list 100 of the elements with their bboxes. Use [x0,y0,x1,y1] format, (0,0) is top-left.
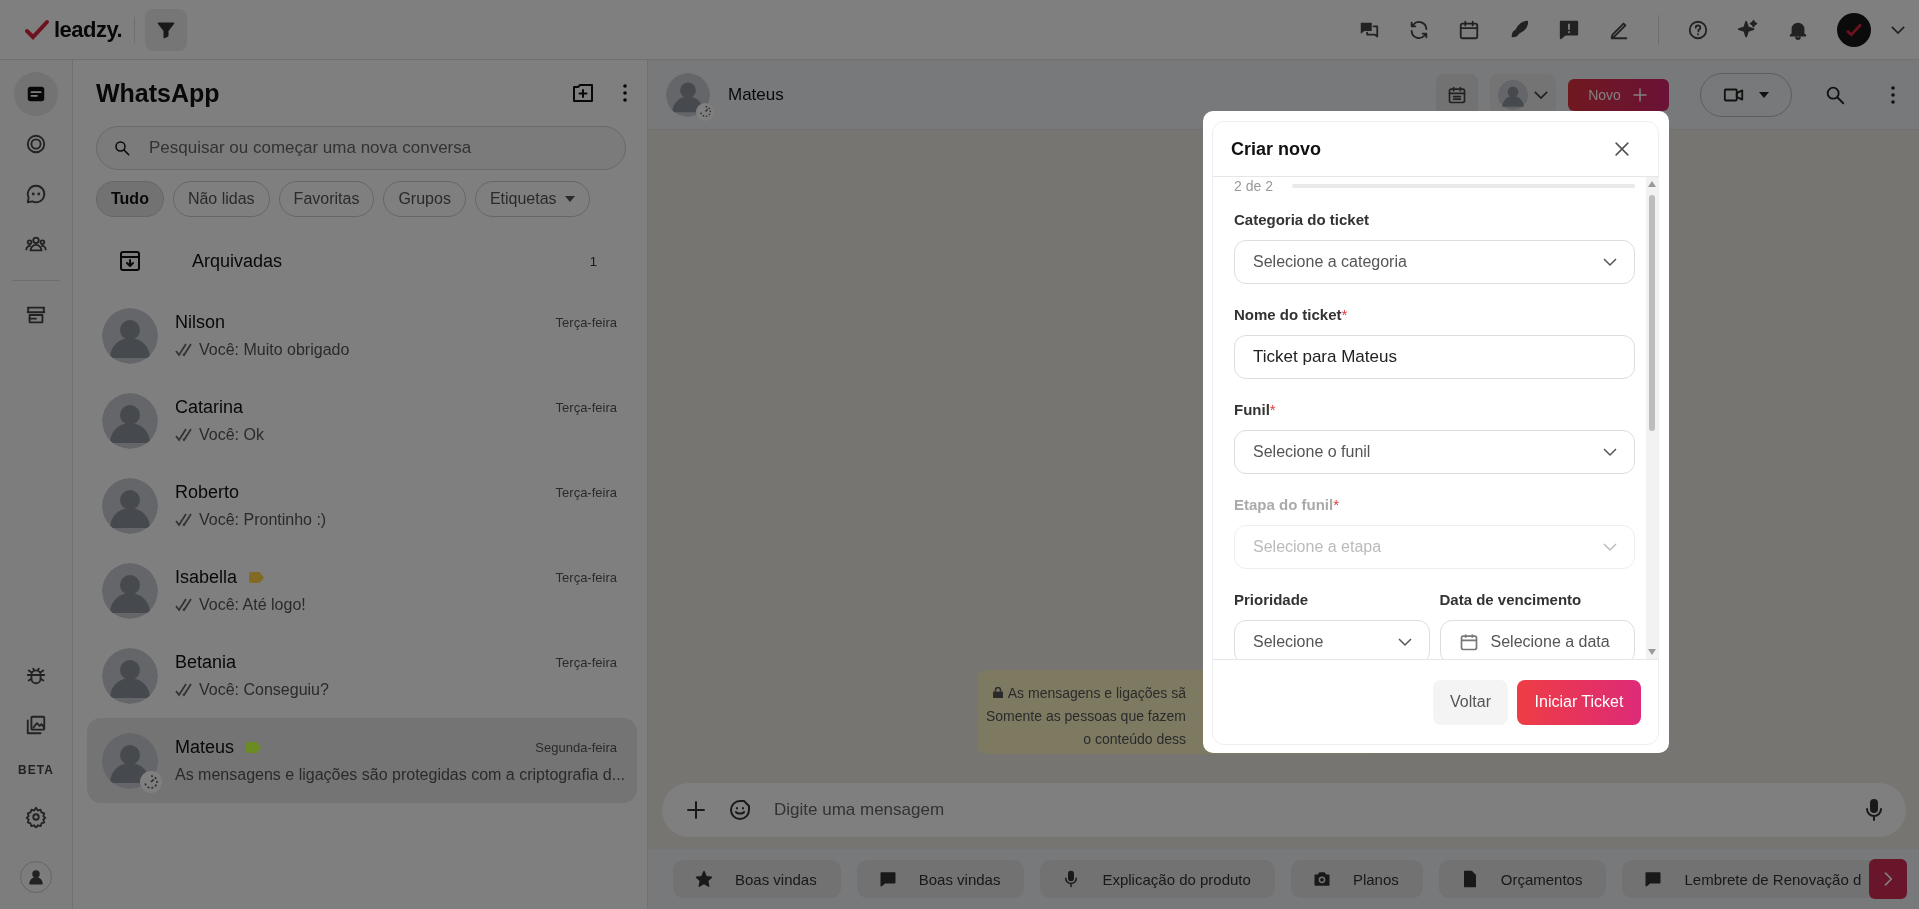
filter-chip[interactable]: Tudo [96,181,164,217]
more-icon [1891,85,1895,104]
avatar [102,732,158,789]
select-field[interactable]: Selecione a categoria [1234,240,1635,284]
message-preview: Você: Ok [199,426,264,444]
contact-name: Mateus [728,84,784,105]
select-field[interactable]: Selecione o funil [1234,430,1635,474]
menu-button[interactable] [623,84,627,102]
more-icon [623,84,627,102]
calendar-icon [1458,18,1480,41]
refresh-button[interactable] [1408,18,1430,41]
help-icon [1687,18,1709,41]
contact-name: Roberto [175,482,240,503]
message-preview: Você: Até logo! [199,596,306,614]
next-button[interactable] [1869,859,1907,899]
start-ticket-button[interactable]: Iniciar Ticket [1517,679,1641,725]
timer-icon [140,770,162,793]
field-label: Nome do ticket [1234,306,1342,323]
store-icon [25,304,47,326]
message-alert-icon [1558,18,1580,41]
chat-item[interactable]: Isabella Terça-feira Você: Até logo! [87,548,637,633]
message-preview: Você: Muito obrigado [199,341,350,359]
new-chat-icon [571,81,595,105]
quick-reply-button[interactable]: Planos [1290,860,1423,898]
account-menu-button[interactable] [1891,25,1905,34]
field-label: Categoria do ticket [1234,211,1370,228]
calendar-icon [1458,632,1479,652]
lock-icon [992,687,1003,698]
filter-button[interactable] [145,8,188,51]
panel-title: WhatsApp [96,78,220,108]
chat-item[interactable]: Betania Terça-feira Você: Conseguiu? [87,633,637,718]
contact-name: Mateus [175,737,235,758]
composer-bar[interactable]: Digite uma mensagem [662,783,1906,837]
search-bar[interactable]: Pesquisar ou começar uma nova conversa [96,126,626,170]
message-preview: Você: Prontinho :) [199,511,327,529]
step-counter: 2 de 2 [1234,178,1273,194]
close-icon [1612,139,1632,159]
dialog-title: Criar novo [1231,138,1322,160]
avatar [102,477,158,534]
menu-button[interactable] [1891,85,1895,104]
camera-icon [1312,870,1331,888]
quick-reply-button[interactable]: Explicação do produto [1040,860,1275,898]
search-icon [113,139,131,157]
star-icon [695,870,713,888]
chat-item[interactable]: Roberto Terça-feira Você: Prontinho :) [87,463,637,548]
beta-label: BETA [18,763,54,777]
message-alert-button[interactable] [1558,18,1580,41]
avatar [102,647,158,704]
field-label: Etapa do funil [1234,496,1334,513]
required-mark: * [1341,306,1348,323]
required-mark: * [1269,401,1276,418]
profile-button[interactable] [1837,12,1871,47]
contact-name: Nilson [175,312,226,333]
new-button[interactable]: Novo [1568,78,1669,111]
double-check-icon [175,598,195,612]
chevron-down-icon [1534,90,1548,99]
scrollbar[interactable] [1646,177,1658,659]
help-button[interactable] [1687,18,1709,41]
calendar-icon [1447,84,1467,105]
close-button[interactable] [1612,139,1632,159]
logo-text: leadzy. [54,16,123,43]
search-field[interactable]: Pesquisar ou começar uma nova conversa [147,137,609,159]
chat-item[interactable]: Nilson Terça-feira Você: Muito obrigado [87,293,637,378]
avatar [1498,79,1528,110]
plus-icon [684,798,708,822]
double-check-icon [175,343,195,357]
double-check-icon [175,428,195,442]
message-time: Terça-feira [555,570,617,585]
message-time: Terça-feira [555,315,617,330]
quick-reply-button[interactable]: Boas vindas [673,860,841,898]
chat-icon [1644,870,1663,888]
channels-icon [25,183,47,205]
archived-label: Arquivadas [192,250,283,272]
settings-icon [25,806,47,828]
avatar [102,562,158,619]
archived-row[interactable]: Arquivadas 1 [96,229,637,293]
plus-icon [1630,85,1649,104]
nav-button[interactable] [14,72,58,116]
chat-item[interactable]: Catarina Terça-feira Você: Ok [87,378,637,463]
double-check-icon [175,683,195,697]
gallery-icon [25,714,47,736]
input-field[interactable]: Ticket para Mateus [1234,335,1635,379]
new-chat-button[interactable] [571,81,595,105]
double-check-icon [175,513,195,527]
message-preview: Você: Conseguiu? [199,681,329,699]
message-time: Segunda-feira [535,740,617,755]
quick-reply-button[interactable]: Orçamentos [1438,860,1607,898]
message-field[interactable]: Digite uma mensagem [772,799,1842,821]
archive-icon [118,249,142,273]
sticker-icon [728,798,752,822]
refresh-icon [1408,18,1430,41]
quick-reply-button[interactable]: Boas vindas [856,860,1025,898]
required-mark: * [1333,496,1339,513]
chevron-down-icon [1891,25,1905,34]
message-preview: As mensagens e ligações são protegidas com a criptografia d... [175,766,626,784]
chat-item[interactable]: Mateus Segunda-feira As mensagens e ligações são protegidas com a criptografia d... [87,718,637,803]
back-button[interactable]: Voltar [1433,679,1508,725]
contact-name: Isabella [175,567,238,588]
avatar [102,307,158,364]
chat-icon [878,870,897,888]
